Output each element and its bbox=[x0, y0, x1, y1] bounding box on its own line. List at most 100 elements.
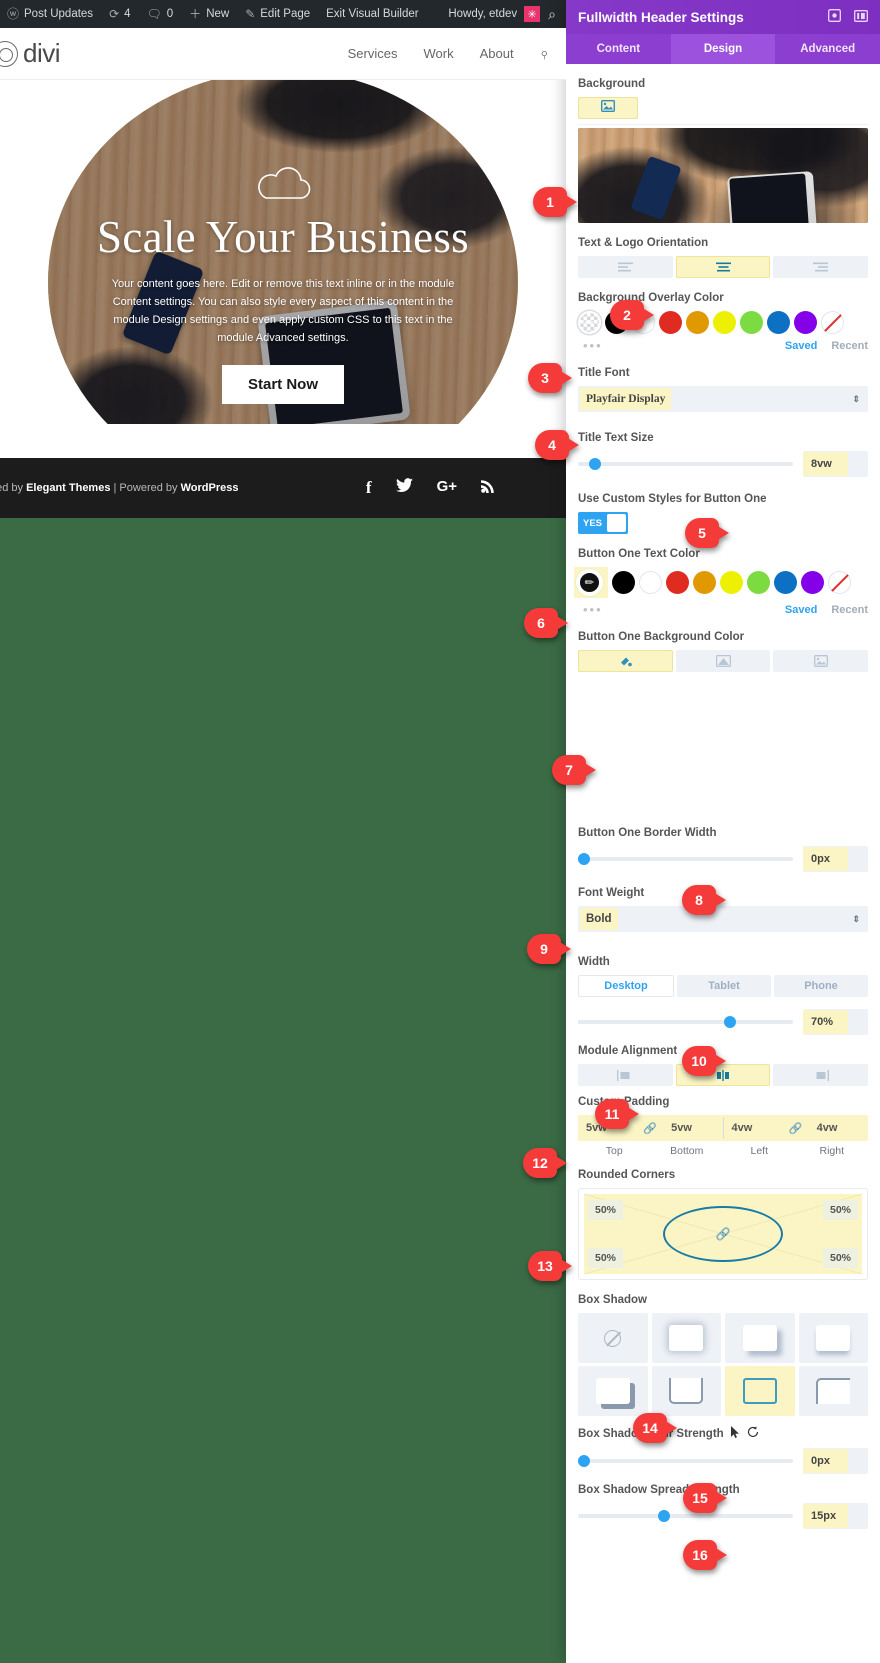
recent-colors-link[interactable]: Recent bbox=[831, 340, 868, 352]
tab-content[interactable]: Content bbox=[566, 34, 671, 64]
adminbar-item-updates[interactable]: ⟳ 4 bbox=[101, 0, 138, 28]
twitter-icon[interactable] bbox=[395, 478, 413, 498]
link-icon[interactable]: 🔗 bbox=[716, 1227, 731, 1241]
image-icon[interactable] bbox=[773, 650, 869, 672]
align-left-icon[interactable] bbox=[578, 256, 673, 278]
button-border-width-valuebox[interactable]: 0px bbox=[803, 846, 868, 872]
swatch-orange[interactable] bbox=[686, 311, 709, 334]
background-image-tab[interactable] bbox=[578, 97, 638, 119]
swatch-none[interactable] bbox=[828, 571, 851, 594]
adminbar-item-exit-visual-builder[interactable]: Exit Visual Builder bbox=[318, 0, 426, 28]
corner-bottom-left-input[interactable]: 50% bbox=[588, 1248, 624, 1268]
device-tab-tablet[interactable]: Tablet bbox=[677, 975, 771, 997]
saved-colors-link[interactable]: Saved bbox=[785, 340, 817, 352]
padding-bottom-input[interactable]: 5vw bbox=[663, 1122, 722, 1134]
spread-strength-slider[interactable] bbox=[578, 1510, 793, 1522]
padding-left-input[interactable]: 4vw bbox=[724, 1122, 783, 1134]
fullscreen-icon[interactable] bbox=[828, 9, 841, 25]
saved-colors-link[interactable]: Saved bbox=[785, 604, 817, 616]
slider-knob[interactable] bbox=[724, 1016, 737, 1028]
blur-strength-slider[interactable] bbox=[578, 1455, 793, 1467]
search-icon[interactable]: ⌕ bbox=[535, 45, 553, 63]
facebook-icon[interactable]: f bbox=[366, 478, 372, 498]
swatch-yellow[interactable] bbox=[720, 571, 743, 594]
tab-design[interactable]: Design bbox=[670, 34, 776, 64]
title-text-size-valuebox[interactable]: 8vw bbox=[803, 451, 868, 477]
swatch-green[interactable] bbox=[740, 311, 763, 334]
custom-styles-toggle[interactable]: YES bbox=[578, 512, 628, 534]
recent-colors-link[interactable]: Recent bbox=[831, 604, 868, 616]
color-icon[interactable] bbox=[578, 650, 673, 672]
shadow-outline-bottom-option[interactable] bbox=[651, 1366, 721, 1416]
adminbar-item-new[interactable]: ＋ New bbox=[181, 0, 237, 28]
gradient-icon[interactable] bbox=[675, 650, 771, 672]
adminbar-item-comments[interactable]: 🗨 0 bbox=[139, 0, 182, 28]
slider-knob[interactable] bbox=[578, 1455, 590, 1467]
slider-knob[interactable] bbox=[657, 1510, 670, 1522]
search-icon[interactable]: ⌕ bbox=[548, 6, 566, 23]
padding-right-input[interactable]: 4vw bbox=[809, 1122, 868, 1134]
more-colors-button[interactable]: ••• bbox=[583, 602, 603, 617]
swatch-green[interactable] bbox=[747, 571, 770, 594]
tab-advanced[interactable]: Advanced bbox=[775, 34, 880, 64]
avatar[interactable]: ✳ bbox=[524, 6, 541, 22]
device-tab-phone[interactable]: Phone bbox=[774, 975, 868, 997]
title-font-select[interactable]: Playfair Display ⇕ bbox=[578, 386, 868, 412]
swatch-white[interactable] bbox=[639, 571, 662, 594]
adminbar-item-edit-page[interactable]: ✎ Edit Page bbox=[237, 0, 318, 28]
adminbar-item-post-updates[interactable]: ⓦ Post Updates bbox=[0, 0, 101, 28]
shadow-bottom-option[interactable] bbox=[798, 1313, 868, 1363]
swatch-red[interactable] bbox=[659, 311, 682, 334]
nav-item-work[interactable]: Work bbox=[424, 46, 454, 61]
google-plus-icon[interactable]: G+ bbox=[437, 478, 457, 498]
button-border-width-slider[interactable] bbox=[578, 853, 793, 865]
swatch-orange[interactable] bbox=[693, 571, 716, 594]
more-colors-button[interactable]: ••• bbox=[583, 338, 603, 353]
swatch-purple[interactable] bbox=[794, 311, 817, 334]
hero-body-text[interactable]: Your content goes here. Edit or remove t… bbox=[96, 275, 470, 348]
color-picker-swatch[interactable]: ✎ bbox=[578, 571, 601, 594]
shadow-soft-option[interactable] bbox=[651, 1313, 721, 1363]
start-now-button[interactable]: Start Now bbox=[221, 365, 344, 405]
shadow-bottom-right-option[interactable] bbox=[725, 1313, 795, 1363]
spread-strength-valuebox[interactable]: 15px bbox=[803, 1503, 868, 1529]
hero-module[interactable]: Scale Your Business Your content goes he… bbox=[0, 80, 566, 424]
corner-bottom-right-input[interactable]: 50% bbox=[822, 1248, 858, 1268]
footer-credit-cms[interactable]: WordPress bbox=[181, 482, 239, 494]
width-slider[interactable] bbox=[578, 1016, 793, 1028]
shadow-corner-option[interactable] bbox=[578, 1366, 648, 1416]
align-right-icon[interactable] bbox=[773, 1064, 869, 1086]
align-left-icon[interactable] bbox=[578, 1064, 673, 1086]
swatch-purple[interactable] bbox=[801, 571, 824, 594]
link-icon[interactable]: 🔗 bbox=[783, 1122, 809, 1135]
swatch-yellow[interactable] bbox=[713, 311, 736, 334]
device-tab-desktop[interactable]: Desktop bbox=[578, 975, 674, 997]
swatch-black[interactable] bbox=[612, 571, 635, 594]
slider-knob[interactable] bbox=[578, 853, 590, 865]
adminbar-howdy[interactable]: Howdy, etdev bbox=[448, 8, 519, 20]
reset-icon[interactable] bbox=[747, 1426, 759, 1441]
nav-item-about[interactable]: About bbox=[480, 46, 514, 61]
color-picker-swatch[interactable]: ✎ bbox=[578, 311, 601, 334]
title-text-size-slider[interactable] bbox=[578, 458, 793, 470]
footer-credit-brand[interactable]: Elegant Themes bbox=[26, 482, 110, 494]
link-icon[interactable]: 🔗 bbox=[637, 1122, 663, 1135]
swatch-none[interactable] bbox=[821, 311, 844, 334]
shadow-inset-option[interactable] bbox=[725, 1366, 795, 1416]
corner-top-left-input[interactable]: 50% bbox=[588, 1200, 624, 1220]
width-valuebox[interactable]: 70% bbox=[803, 1009, 868, 1035]
align-center-icon[interactable] bbox=[675, 256, 771, 278]
slider-knob[interactable] bbox=[588, 458, 601, 470]
hero-title[interactable]: Scale Your Business bbox=[96, 214, 470, 261]
align-right-icon[interactable] bbox=[773, 256, 869, 278]
background-image-preview[interactable] bbox=[578, 128, 868, 223]
nav-item-services[interactable]: Services bbox=[348, 46, 398, 61]
swatch-blue[interactable] bbox=[774, 571, 797, 594]
swatch-red[interactable] bbox=[666, 571, 689, 594]
rss-icon[interactable] bbox=[481, 478, 496, 498]
corner-top-right-input[interactable]: 50% bbox=[822, 1200, 858, 1220]
shadow-none-option[interactable] bbox=[578, 1313, 648, 1363]
site-logo[interactable]: divi bbox=[0, 38, 61, 69]
swatch-blue[interactable] bbox=[767, 311, 790, 334]
layout-icon[interactable] bbox=[854, 9, 868, 25]
